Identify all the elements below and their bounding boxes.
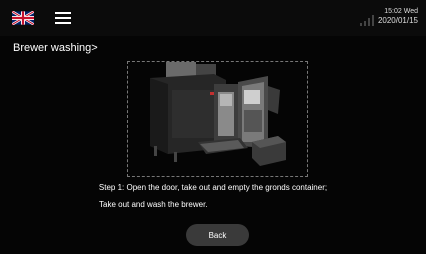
signal-strength-icon — [360, 14, 376, 26]
instruction-step-1: Step 1: Open the door, take out and empt… — [98, 183, 328, 192]
instruction-step-2: Take out and wash the brewer. — [99, 200, 208, 209]
back-button[interactable]: Back — [186, 224, 249, 246]
coffee-machine-icon — [150, 62, 286, 166]
page-title: Brewer washing> — [13, 42, 98, 54]
uk-flag-icon[interactable] — [12, 11, 34, 25]
time-text: 15:02 Wed — [384, 8, 418, 15]
hamburger-menu-icon[interactable] — [55, 12, 71, 24]
screen: 15:02 Wed 2020/01/15 Brewer washing> Ste… — [0, 0, 426, 254]
clock: 15:02 Wed 2020/01/15 — [378, 8, 418, 25]
top-bar: 15:02 Wed 2020/01/15 — [0, 0, 426, 36]
brewer-illustration — [127, 61, 308, 177]
date-text: 2020/01/15 — [377, 16, 418, 26]
